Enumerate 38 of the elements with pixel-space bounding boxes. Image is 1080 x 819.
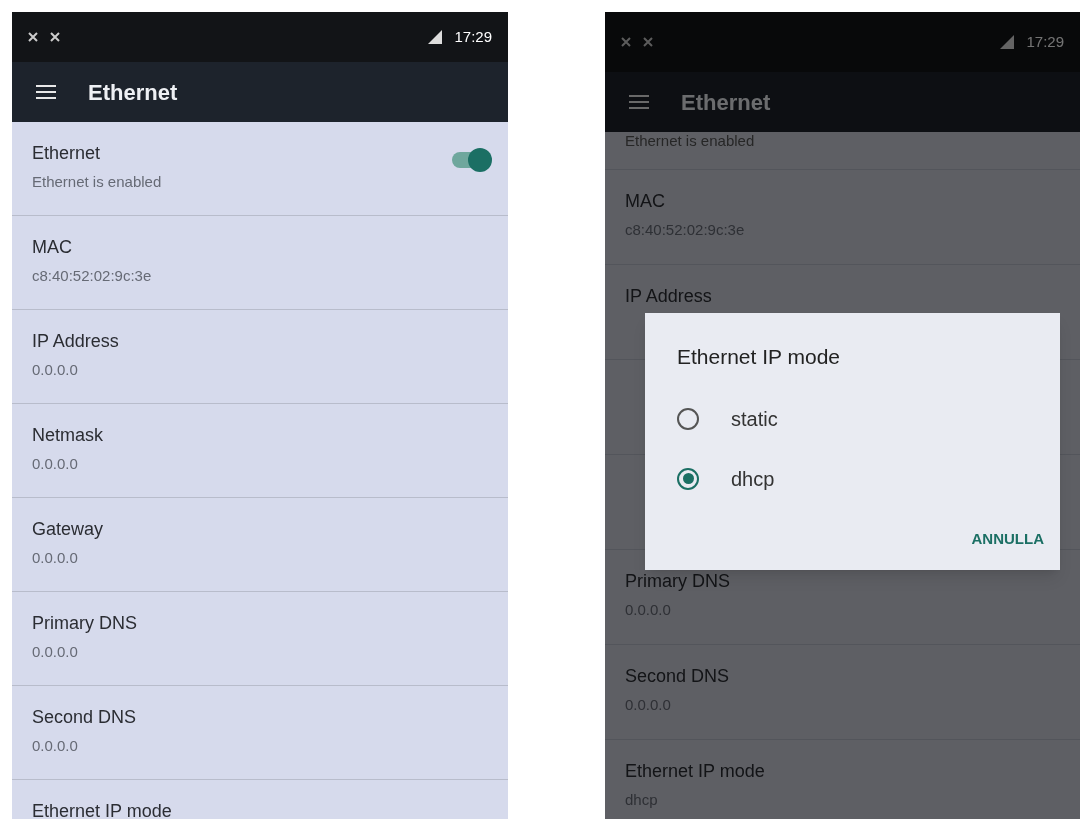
radio-button[interactable]: [677, 467, 699, 490]
menu-icon[interactable]: [36, 85, 56, 99]
setting-summary: 0.0.0.0: [32, 360, 79, 380]
dialog-title: Ethernet IP mode: [677, 344, 842, 370]
setting-title: MAC: [32, 236, 73, 259]
radio-option[interactable]: dhcp: [677, 448, 1028, 509]
setting-summary: 0.0.0.0: [32, 642, 79, 662]
signal-icon: [998, 35, 1015, 49]
setting-title: Ethernet: [32, 142, 102, 165]
setting-summary: 0.0.0.0: [32, 454, 79, 474]
setting-summary: 0.0.0.0: [32, 736, 79, 756]
radio-button[interactable]: [677, 407, 699, 430]
toolbar-title: Ethernet: [681, 88, 771, 117]
setting-summary: Ethernet is enabled: [32, 172, 162, 192]
setting-title: Gateway: [32, 518, 104, 541]
setting-title: IP Address: [32, 330, 119, 353]
signal-icon: [426, 30, 443, 44]
setting-summary: Ethernet is enabled: [625, 132, 755, 150]
notification-icon: [621, 37, 631, 47]
notification-icon: [643, 37, 653, 47]
setting-title: Primary DNS: [625, 570, 730, 593]
radio-option[interactable]: static: [677, 388, 1028, 449]
setting-title: MAC: [625, 190, 666, 213]
setting-title: Second DNS: [625, 665, 730, 688]
status-time: 17:29: [1026, 31, 1064, 52]
notification-icon: [50, 32, 60, 42]
toolbar-title: Ethernet: [88, 78, 178, 107]
setting-title: Primary DNS: [32, 612, 137, 635]
status-time: 17:29: [454, 26, 492, 47]
setting-title: Netmask: [32, 424, 103, 447]
setting-title: IP Address: [625, 285, 712, 308]
setting-title: Ethernet IP mode: [32, 800, 172, 819]
setting-title: Ethernet IP mode: [625, 760, 765, 783]
setting-summary: c8:40:52:02:9c:3e: [32, 266, 152, 286]
setting-summary: 0.0.0.0: [32, 548, 79, 568]
cancel-button[interactable]: ANNULLA: [971, 527, 1044, 550]
setting-title: Second DNS: [32, 706, 137, 729]
notification-icon: [28, 32, 38, 42]
